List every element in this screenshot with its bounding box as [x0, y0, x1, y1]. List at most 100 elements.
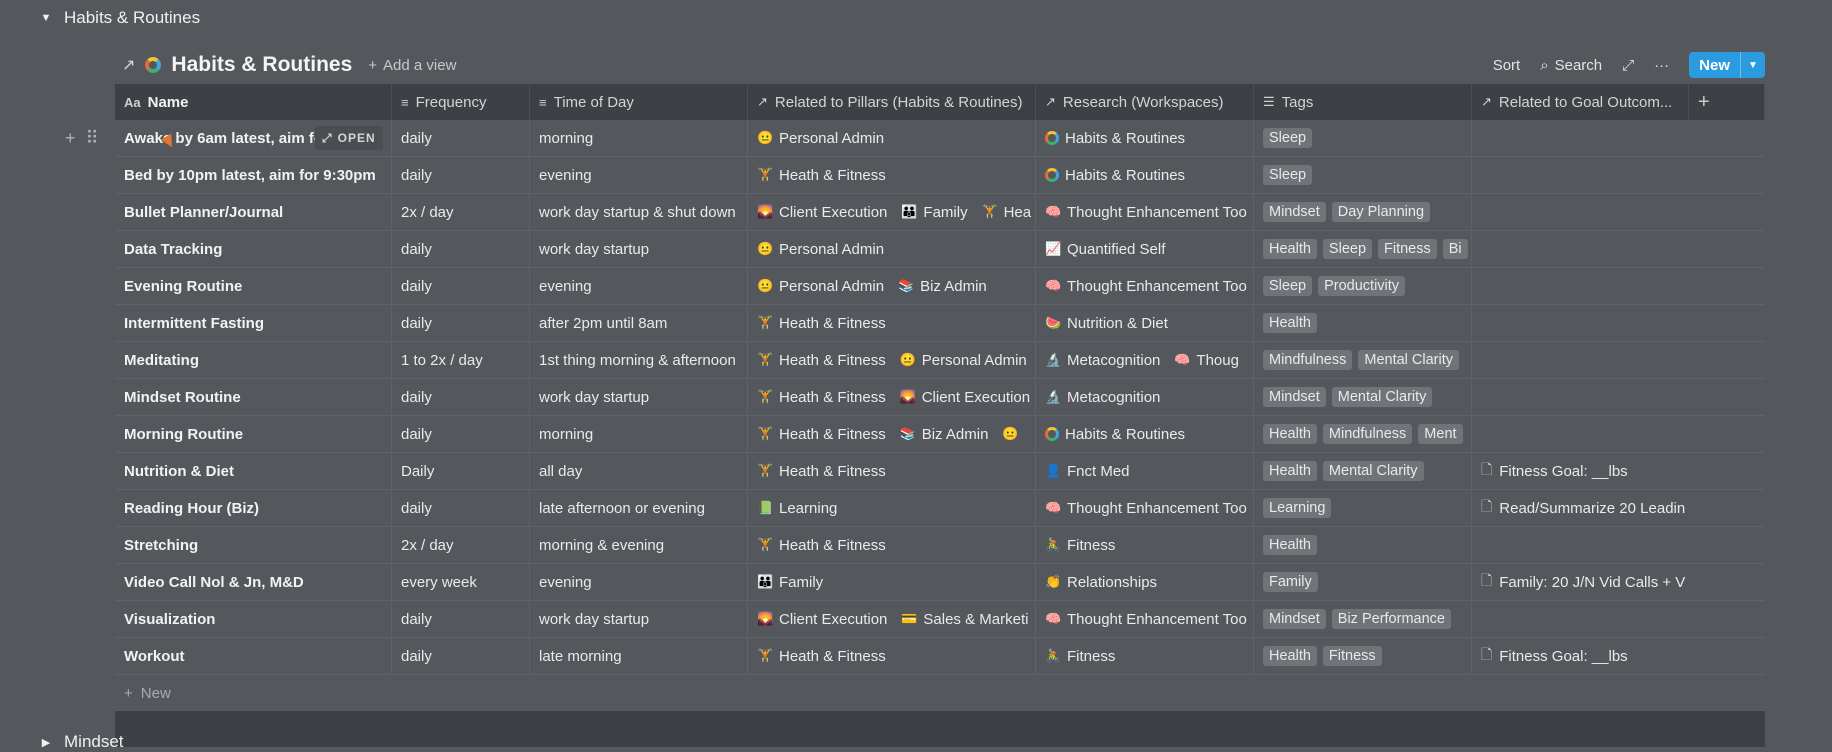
- relation-item[interactable]: 👪 Family: [901, 204, 967, 221]
- goal-cell[interactable]: 🗋 Read/Summarize 20 Leadin: [1472, 490, 1689, 526]
- tags-cell[interactable]: Health Mindfulness Ment: [1254, 416, 1472, 452]
- tags-cell[interactable]: Mindfulness Mental Clarity: [1254, 342, 1472, 378]
- tags-cell[interactable]: Health: [1254, 527, 1472, 563]
- table-row[interactable]: Visualization daily work day startup 🌄 Clien…: [115, 601, 1765, 638]
- name-cell[interactable]: Intermittent Fasting: [115, 305, 392, 341]
- relation-item[interactable]: 🔬 Metacognition: [1045, 352, 1160, 369]
- relation-item[interactable]: Habits & Routines: [1045, 130, 1185, 147]
- goal-cell[interactable]: [1472, 342, 1689, 378]
- relation-item[interactable]: 📗 Learning: [757, 500, 837, 517]
- new-row-button[interactable]: + New: [115, 675, 1765, 711]
- frequency-cell[interactable]: daily: [392, 231, 530, 267]
- research-cell[interactable]: 👤 Fnct Med: [1036, 453, 1254, 489]
- time-of-day-cell[interactable]: after 2pm until 8am: [530, 305, 748, 341]
- frequency-cell[interactable]: daily: [392, 268, 530, 304]
- goal-cell[interactable]: 🗋 Fitness Goal: __lbs: [1472, 638, 1689, 674]
- table-row[interactable]: Stretching 2x / day morning & evening 🏋 Heat…: [115, 527, 1765, 564]
- research-cell[interactable]: 👏 Relationships: [1036, 564, 1254, 600]
- goal-cell[interactable]: [1472, 268, 1689, 304]
- research-cell[interactable]: 📈 Quantified Self: [1036, 231, 1254, 267]
- time-of-day-cell[interactable]: 1st thing morning & afternoon: [530, 342, 748, 378]
- relation-item[interactable]: 😐: [1002, 426, 1024, 442]
- add-view-button[interactable]: + Add a view: [368, 57, 456, 74]
- chevron-down-icon[interactable]: ▼: [1740, 52, 1765, 78]
- table-row[interactable]: Morning Routine daily morning 🏋 Heath & Fitn…: [115, 416, 1765, 453]
- research-cell[interactable]: 🍉 Nutrition & Diet: [1036, 305, 1254, 341]
- add-column-button[interactable]: +: [1689, 84, 1765, 120]
- search-button[interactable]: ⌕ Search: [1540, 57, 1602, 74]
- pillars-cell[interactable]: 🏋 Heath & Fitness 😐 Personal Admin: [748, 342, 1036, 378]
- frequency-cell[interactable]: 2x / day: [392, 527, 530, 563]
- plus-icon[interactable]: +: [65, 128, 76, 149]
- relation-item[interactable]: 🏋 Heath & Fitness: [757, 426, 886, 443]
- table-row[interactable]: Video Call Nol & Jn, M&D every week evenin…: [115, 564, 1765, 601]
- name-cell[interactable]: Mindset Routine: [115, 379, 392, 415]
- expand-icon[interactable]: ⤢: [1622, 57, 1634, 74]
- pillars-cell[interactable]: 🏋 Heath & Fitness: [748, 157, 1036, 193]
- table-row[interactable]: Bullet Planner/Journal 2x / day work day s…: [115, 194, 1765, 231]
- relation-item[interactable]: 🚴 Fitness: [1045, 648, 1115, 665]
- relation-item[interactable]: 🏋 Heath & Fitness: [757, 389, 886, 406]
- research-cell[interactable]: Habits & Routines: [1036, 120, 1254, 156]
- table-row[interactable]: Workout daily late morning 🏋 Heath & Fitness…: [115, 638, 1765, 675]
- table-row[interactable]: Intermittent Fasting daily after 2pm until…: [115, 305, 1765, 342]
- relation-item[interactable]: 🏋 Hea: [982, 204, 1032, 221]
- tags-cell[interactable]: Health Sleep Fitness Bi: [1254, 231, 1472, 267]
- tags-cell[interactable]: Health Mental Clarity: [1254, 453, 1472, 489]
- relation-item[interactable]: 🏋 Heath & Fitness: [757, 537, 886, 554]
- tags-cell[interactable]: Mindset Day Planning: [1254, 194, 1472, 230]
- goal-cell[interactable]: [1472, 416, 1689, 452]
- relation-item[interactable]: 🏋 Heath & Fitness: [757, 463, 886, 480]
- research-cell[interactable]: 🧠 Thought Enhancement Too: [1036, 268, 1254, 304]
- relation-item[interactable]: 🏋 Heath & Fitness: [757, 648, 886, 665]
- research-cell[interactable]: 🧠 Thought Enhancement Too: [1036, 601, 1254, 637]
- relation-item[interactable]: 📚 Biz Admin: [900, 426, 989, 443]
- name-cell[interactable]: Workout: [115, 638, 392, 674]
- drag-handle-icon[interactable]: ⠿: [86, 128, 99, 149]
- tags-cell[interactable]: Sleep: [1254, 157, 1472, 193]
- research-cell[interactable]: 🚴 Fitness: [1036, 638, 1254, 674]
- pillars-cell[interactable]: 👪 Family: [748, 564, 1036, 600]
- name-cell[interactable]: Bed by 10pm latest, aim for 9:30pm: [115, 157, 392, 193]
- relation-item[interactable]: 🔬 Metacognition: [1045, 389, 1160, 406]
- research-cell[interactable]: 🔬 Metacognition: [1036, 379, 1254, 415]
- relation-item[interactable]: 🚴 Fitness: [1045, 537, 1115, 554]
- pillars-cell[interactable]: 🏋 Heath & Fitness 📚 Biz Admin 😐: [748, 416, 1036, 452]
- table-row[interactable]: Meditating 1 to 2x / day 1st thing morning…: [115, 342, 1765, 379]
- research-cell[interactable]: 🧠 Thought Enhancement Too: [1036, 490, 1254, 526]
- frequency-cell[interactable]: daily: [392, 157, 530, 193]
- name-cell[interactable]: Evening Routine: [115, 268, 392, 304]
- relation-item[interactable]: 🏋 Heath & Fitness: [757, 167, 886, 184]
- relation-item[interactable]: 📈 Quantified Self: [1045, 241, 1165, 258]
- time-of-day-cell[interactable]: morning: [530, 120, 748, 156]
- name-cell[interactable]: Morning Routine: [115, 416, 392, 452]
- relation-item[interactable]: 🧠 Thought Enhancement Too: [1045, 500, 1247, 517]
- frequency-cell[interactable]: daily: [392, 601, 530, 637]
- pillars-cell[interactable]: 😐 Personal Admin 📚 Biz Admin: [748, 268, 1036, 304]
- research-cell[interactable]: Habits & Routines: [1036, 157, 1254, 193]
- database-title[interactable]: Habits & Routines: [171, 53, 352, 77]
- name-cell[interactable]: Nutrition & Diet: [115, 453, 392, 489]
- frequency-cell[interactable]: daily: [392, 305, 530, 341]
- tags-cell[interactable]: Sleep: [1254, 120, 1472, 156]
- name-cell[interactable]: Bullet Planner/Journal: [115, 194, 392, 230]
- group-toggle-habits[interactable]: ▼ Habits & Routines: [40, 8, 201, 28]
- relation-item[interactable]: 🌄 Client Execution: [757, 611, 887, 628]
- relation-item[interactable]: 🌄 Client Execution: [900, 389, 1030, 406]
- pillars-cell[interactable]: 🏋 Heath & Fitness 🌄 Client Execution: [748, 379, 1036, 415]
- tags-cell[interactable]: Health Fitness: [1254, 638, 1472, 674]
- relation-item[interactable]: 😐 Personal Admin: [757, 241, 884, 258]
- relation-item[interactable]: 👤 Fnct Med: [1045, 463, 1130, 480]
- frequency-cell[interactable]: 1 to 2x / day: [392, 342, 530, 378]
- goal-cell[interactable]: [1472, 194, 1689, 230]
- new-button[interactable]: New ▼: [1689, 52, 1765, 78]
- table-row[interactable]: Nutrition & Diet Daily all day 🏋 Heath & Fit…: [115, 453, 1765, 490]
- pillars-cell[interactable]: 🌄 Client Execution 👪 Family 🏋 Hea: [748, 194, 1036, 230]
- open-arrow-icon[interactable]: ↗: [122, 55, 135, 75]
- time-of-day-cell[interactable]: late morning: [530, 638, 748, 674]
- goal-cell[interactable]: [1472, 231, 1689, 267]
- frequency-cell[interactable]: every week: [392, 564, 530, 600]
- time-of-day-cell[interactable]: all day: [530, 453, 748, 489]
- research-cell[interactable]: 🚴 Fitness: [1036, 527, 1254, 563]
- time-of-day-cell[interactable]: evening: [530, 157, 748, 193]
